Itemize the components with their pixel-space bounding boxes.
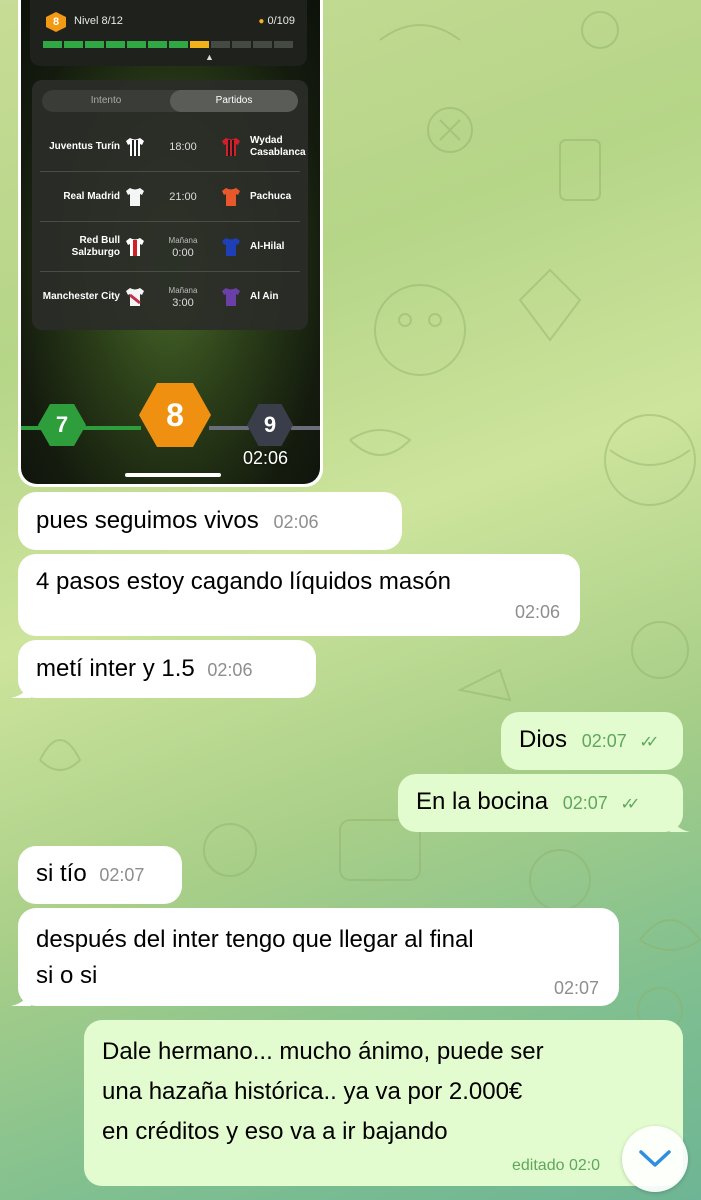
message-text-line: una hazaña histórica.. ya va por 2.000€ bbox=[102, 1078, 523, 1105]
incoming-message[interactable]: metí inter y 1.5 02:06 bbox=[11, 640, 316, 698]
message-text-line: después del inter tengo que llegar al fi… bbox=[36, 926, 474, 953]
incoming-message[interactable]: después del inter tengo que llegar al fi… bbox=[11, 908, 619, 1006]
bubble-tail bbox=[11, 678, 31, 698]
match-row: Red Bull Salzburgo Mañana 0:00 Al-Hilal bbox=[40, 222, 300, 272]
away-team: Pachuca bbox=[250, 190, 292, 202]
progress-segment bbox=[127, 41, 146, 48]
match-time: 18:00 bbox=[169, 140, 197, 153]
message-text: pues seguimos vivos bbox=[36, 507, 259, 534]
message-text: metí inter y 1.5 bbox=[36, 655, 195, 682]
progress-segment bbox=[106, 41, 125, 48]
level-track bbox=[291, 426, 320, 430]
message-text: En la bocina bbox=[416, 788, 549, 815]
jersey-icon bbox=[126, 137, 144, 156]
progress-segment bbox=[274, 41, 293, 48]
message-time: 02:06 bbox=[243, 448, 289, 468]
progress-segment bbox=[43, 41, 62, 48]
outgoing-message[interactable]: En la bocina 02:07 ✓✓ bbox=[398, 774, 690, 832]
incoming-message[interactable]: pues seguimos vivos 02:06 bbox=[18, 492, 402, 550]
level-track bbox=[209, 426, 249, 430]
bubble-tail bbox=[11, 986, 31, 1006]
jersey-icon bbox=[126, 187, 144, 206]
progress-segment bbox=[232, 41, 251, 48]
bubble-tail bbox=[670, 812, 690, 832]
level-track bbox=[83, 426, 141, 430]
incoming-message[interactable]: 4 pasos estoy cagando líquidos masón 02:… bbox=[18, 554, 580, 636]
level-9-badge: 9 bbox=[247, 404, 293, 446]
jersey-icon bbox=[222, 187, 240, 206]
double-check-icon: ✓✓ bbox=[639, 734, 659, 751]
match-time: Mañana 0:00 bbox=[168, 235, 198, 259]
jersey-icon bbox=[222, 237, 240, 256]
progress-segment bbox=[169, 41, 188, 48]
outgoing-message[interactable]: Dios 02:07 ✓✓ bbox=[501, 712, 683, 770]
users-count: 0/109 bbox=[267, 15, 295, 27]
away-team: Al Ain bbox=[250, 290, 279, 302]
progress-segment bbox=[85, 41, 104, 48]
jersey-icon bbox=[126, 237, 144, 256]
progress-segment bbox=[253, 41, 272, 48]
tab-switcher: Intento Partidos bbox=[42, 90, 298, 112]
scroll-to-bottom-button[interactable] bbox=[622, 1126, 688, 1192]
message-text-line: si o si bbox=[36, 962, 98, 989]
message-time: 02:06 bbox=[514, 602, 560, 622]
message-time: 02:07 bbox=[562, 793, 608, 813]
away-team: Al-Hilal bbox=[250, 240, 285, 252]
outgoing-message[interactable]: Dale hermano... mucho ánimo, puede ser u… bbox=[84, 1020, 683, 1186]
progress-segment bbox=[64, 41, 83, 48]
message-text: Dios bbox=[519, 726, 568, 753]
message-time: 02:06 bbox=[273, 512, 319, 532]
level-7-badge: 7 bbox=[38, 404, 86, 446]
match-time: Mañana 3:00 bbox=[168, 285, 198, 309]
double-check-icon: ✓✓ bbox=[620, 796, 640, 813]
progress-marker-icon: ▲ bbox=[205, 52, 214, 62]
shared-app-screenshot: 8 Nivel 8/12 ● 0/109 ▲ Intento Partidos J… bbox=[21, 0, 320, 484]
message-time: 02:07 bbox=[581, 731, 627, 751]
progress-segment bbox=[211, 41, 230, 48]
home-team: Manchester City bbox=[42, 290, 120, 302]
home-team: Real Madrid bbox=[63, 190, 120, 202]
message-text: 4 pasos estoy cagando líquidos masón bbox=[36, 568, 451, 595]
message-time: 02:06 bbox=[207, 660, 253, 680]
match-row: Manchester City Mañana 3:00 Al Ain bbox=[40, 272, 300, 321]
progress-segment bbox=[148, 41, 167, 48]
level-badge: 8 bbox=[46, 12, 66, 32]
away-team: Wydad Casablanca bbox=[250, 134, 306, 158]
tab-partidos[interactable]: Partidos bbox=[170, 90, 298, 112]
jersey-icon bbox=[126, 287, 144, 306]
level-progress-bar bbox=[43, 41, 293, 48]
level-text: Nivel 8/12 bbox=[74, 15, 123, 27]
jersey-icon bbox=[222, 137, 240, 156]
users-counter: ● 0/109 bbox=[258, 15, 295, 27]
incoming-message[interactable]: si tío 02:07 bbox=[18, 846, 182, 904]
chevron-down-icon bbox=[639, 1150, 671, 1167]
message-text-line: Dale hermano... mucho ánimo, puede ser bbox=[102, 1038, 544, 1065]
message-text-line: en créditos y eso va a ir bajando bbox=[102, 1118, 448, 1145]
person-icon: ● bbox=[258, 16, 265, 27]
image-message[interactable]: 8 Nivel 8/12 ● 0/109 ▲ Intento Partidos J… bbox=[18, 0, 323, 487]
match-row: Juventus Turín 18:00 Wydad Casablanca bbox=[40, 122, 306, 172]
level-header: 8 Nivel 8/12 ● 0/109 ▲ bbox=[30, 0, 307, 66]
match-row: Real Madrid 21:00 Pachuca bbox=[40, 172, 300, 222]
message-time: 02:07 bbox=[99, 865, 145, 885]
jersey-icon bbox=[222, 287, 240, 306]
progress-segment bbox=[190, 41, 209, 48]
home-team: Juventus Turín bbox=[49, 140, 120, 152]
home-indicator bbox=[125, 473, 221, 477]
message-time: 02:07 bbox=[553, 978, 599, 998]
message-text: si tío bbox=[36, 860, 87, 887]
matches-card: Intento Partidos Juventus Turín 18:00 Wy… bbox=[32, 80, 308, 330]
message-edited-time: editado 02:0 bbox=[512, 1157, 601, 1174]
match-time: 21:00 bbox=[169, 190, 197, 203]
tab-intento[interactable]: Intento bbox=[42, 90, 170, 112]
home-team: Red Bull Salzburgo bbox=[71, 234, 120, 258]
level-8-badge: 8 bbox=[139, 383, 211, 447]
level-track bbox=[21, 426, 41, 430]
